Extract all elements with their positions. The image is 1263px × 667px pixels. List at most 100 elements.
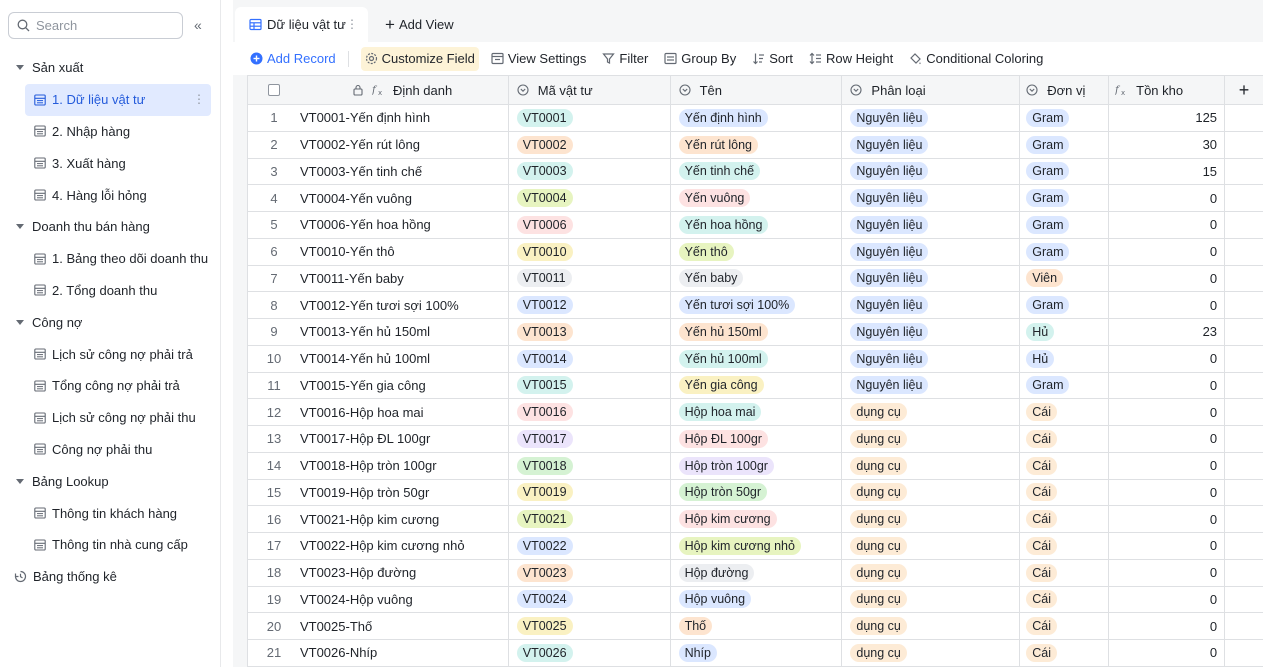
cell-dinh-danh[interactable]: VT0022-Hộp kim cương nhỏ: [300, 533, 509, 559]
cell-ton-kho[interactable]: 0: [1109, 265, 1226, 292]
row-number[interactable]: 6: [248, 239, 300, 265]
cell-phan-loai[interactable]: dụng cụ: [842, 479, 1021, 506]
cell-ten[interactable]: Hộp ĐL 100gr: [671, 426, 843, 452]
cell-don-vi[interactable]: Gram: [1020, 131, 1110, 158]
customize-field-button[interactable]: Customize Field: [360, 46, 479, 71]
cell-don-vi[interactable]: Cái: [1020, 559, 1110, 586]
cell-don-vi[interactable]: Gram: [1020, 238, 1110, 265]
cell-dinh-danh[interactable]: VT0014-Yến hủ 100ml: [300, 345, 509, 372]
table-row[interactable]: 11 VT0015-Yến gia công VT0015 Yến gia công N…: [248, 372, 1263, 400]
cell-ton-kho[interactable]: 0: [1109, 452, 1226, 479]
more-options-icon[interactable]: ⋮: [193, 92, 205, 106]
cell-phan-loai[interactable]: dụng cụ: [842, 559, 1021, 586]
cell-ton-kho[interactable]: 0: [1109, 426, 1226, 452]
cell-ma-vat-tu[interactable]: VT0010: [509, 238, 671, 265]
search-input[interactable]: Search: [8, 12, 183, 39]
cell-don-vi[interactable]: Cái: [1020, 452, 1110, 479]
group-by-button[interactable]: Group By: [664, 47, 736, 71]
view-settings-button[interactable]: View Settings: [491, 47, 586, 71]
row-number[interactable]: 4: [248, 185, 300, 211]
row-number[interactable]: 11: [248, 373, 300, 399]
table-row[interactable]: 8 VT0012-Yến tươi sợi 100% VT0012 Yến tươi …: [248, 292, 1263, 319]
row-number[interactable]: 13: [248, 426, 300, 452]
cell-ton-kho[interactable]: 0: [1109, 372, 1226, 399]
cell-ton-kho[interactable]: 0: [1109, 212, 1226, 238]
sidebar-item[interactable]: 4. Hàng lỗi hỏng: [0, 179, 221, 211]
cell-phan-loai[interactable]: Nguyên liệu: [842, 292, 1021, 318]
tab-more-icon[interactable]: ⋮: [346, 17, 358, 31]
sidebar-item[interactable]: 3. Xuất hàng: [0, 147, 221, 179]
sidebar-item[interactable]: 2. Nhập hàng: [0, 116, 221, 148]
cell-ten[interactable]: Yến vuông: [671, 185, 843, 211]
table-row[interactable]: 20 VT0025-Thố VT0025 Thố dụng cụ Cái 0: [248, 613, 1263, 640]
row-number[interactable]: 10: [248, 346, 300, 372]
cell-phan-loai[interactable]: dụng cụ: [842, 506, 1021, 532]
cell-ten[interactable]: Hộp hoa mai: [671, 399, 843, 425]
cell-don-vi[interactable]: Viên: [1020, 265, 1110, 292]
row-number[interactable]: 17: [248, 533, 300, 559]
cell-ton-kho[interactable]: 125: [1109, 105, 1226, 131]
table-row[interactable]: 14 VT0018-Hộp tròn 100gr VT0018 Hộp tròn 10…: [248, 452, 1263, 480]
row-number[interactable]: 12: [248, 399, 300, 425]
cell-ten[interactable]: Yến hủ 100ml: [671, 345, 843, 372]
cell-don-vi[interactable]: Cái: [1020, 613, 1110, 639]
sidebar-group[interactable]: Công nợ: [0, 306, 221, 338]
table-row[interactable]: 12 VT0016-Hộp hoa mai VT0016 Hộp hoa mai dụn…: [248, 399, 1263, 426]
cell-ma-vat-tu[interactable]: VT0025: [509, 613, 671, 639]
table-row[interactable]: 21 VT0026-Nhíp VT0026 Nhíp dụng cụ Cái 0: [248, 640, 1263, 667]
cell-phan-loai[interactable]: dụng cụ: [842, 613, 1021, 639]
sidebar-group[interactable]: Doanh thu bán hàng: [0, 211, 221, 243]
cell-ten[interactable]: Hộp đường: [671, 559, 843, 586]
cell-dinh-danh[interactable]: VT0001-Yến định hình: [300, 105, 509, 131]
cell-ton-kho[interactable]: 0: [1109, 613, 1226, 639]
table-row[interactable]: 7 VT0011-Yến baby VT0011 Yến baby Nguyên liệ…: [248, 265, 1263, 293]
header-phan-loai[interactable]: Phân loại: [842, 76, 1021, 104]
cell-ten[interactable]: Hộp tròn 100gr: [671, 452, 843, 479]
row-number[interactable]: 21: [248, 640, 300, 666]
cell-don-vi[interactable]: Gram: [1020, 372, 1110, 399]
table-row[interactable]: 5 VT0006-Yến hoa hồng VT0006 Yến hoa hồng Ng…: [248, 212, 1263, 239]
sidebar-item[interactable]: 2. Tổng doanh thu: [0, 275, 221, 307]
cell-dinh-danh[interactable]: VT0019-Hộp tròn 50gr: [300, 479, 509, 506]
row-number[interactable]: 5: [248, 212, 300, 238]
cell-ten[interactable]: Yến baby: [671, 265, 843, 292]
table-row[interactable]: 13 VT0017-Hộp ĐL 100gr VT0017 Hộp ĐL 100gr d…: [248, 426, 1263, 453]
cell-ma-vat-tu[interactable]: VT0024: [509, 586, 671, 613]
cell-dinh-danh[interactable]: VT0004-Yến vuông: [300, 185, 509, 211]
cell-ton-kho[interactable]: 0: [1109, 559, 1226, 586]
cell-ma-vat-tu[interactable]: VT0018: [509, 452, 671, 479]
cell-don-vi[interactable]: Gram: [1020, 158, 1110, 185]
sidebar-item[interactable]: Thông tin nhà cung cấp: [0, 529, 221, 561]
sidebar-item[interactable]: Công nợ phải thu: [0, 434, 221, 466]
cell-phan-loai[interactable]: dụng cụ: [842, 640, 1021, 666]
sidebar-item[interactable]: Thông tin khách hàng: [0, 497, 221, 529]
cell-ton-kho[interactable]: 15: [1109, 158, 1226, 185]
header-ton-kho[interactable]: fx Tồn kho: [1109, 76, 1226, 104]
add-view-button[interactable]: + Add View: [385, 16, 454, 33]
header-ma-vat-tu[interactable]: Mã vật tư: [509, 76, 671, 104]
header-dinh-danh[interactable]: fx Định danh: [300, 76, 509, 104]
cell-phan-loai[interactable]: dụng cụ: [842, 426, 1021, 452]
tab-active-view[interactable]: Dữ liệu vật tư ⋮: [235, 7, 368, 42]
cell-don-vi[interactable]: Cái: [1020, 640, 1110, 666]
row-number[interactable]: 2: [248, 132, 300, 158]
cell-phan-loai[interactable]: Nguyên liệu: [842, 265, 1021, 292]
sidebar-item[interactable]: 1. Bảng theo dõi doanh thu: [0, 243, 221, 275]
add-record-button[interactable]: Add Record: [250, 47, 336, 71]
cell-ten[interactable]: Yến gia công: [671, 372, 843, 399]
cell-dinh-danh[interactable]: VT0018-Hộp tròn 100gr: [300, 452, 509, 479]
cell-ton-kho[interactable]: 0: [1109, 185, 1226, 211]
cell-don-vi[interactable]: Hủ: [1020, 345, 1110, 372]
cell-phan-loai[interactable]: Nguyên liệu: [842, 319, 1021, 345]
row-number[interactable]: 18: [248, 560, 300, 586]
cell-phan-loai[interactable]: Nguyên liệu: [842, 212, 1021, 238]
cell-dinh-danh[interactable]: VT0002-Yến rút lông: [300, 131, 509, 158]
cell-dinh-danh[interactable]: VT0012-Yến tươi sợi 100%: [300, 292, 509, 318]
cell-ma-vat-tu[interactable]: VT0015: [509, 372, 671, 399]
row-height-button[interactable]: Row Height: [809, 47, 893, 71]
header-ten[interactable]: Tên: [671, 76, 843, 104]
cell-dinh-danh[interactable]: VT0016-Hộp hoa mai: [300, 399, 509, 425]
cell-ma-vat-tu[interactable]: VT0012: [509, 292, 671, 318]
cell-don-vi[interactable]: Cái: [1020, 399, 1110, 425]
table-row[interactable]: 19 VT0024-Hộp vuông VT0024 Hộp vuông dụng cụ…: [248, 586, 1263, 614]
